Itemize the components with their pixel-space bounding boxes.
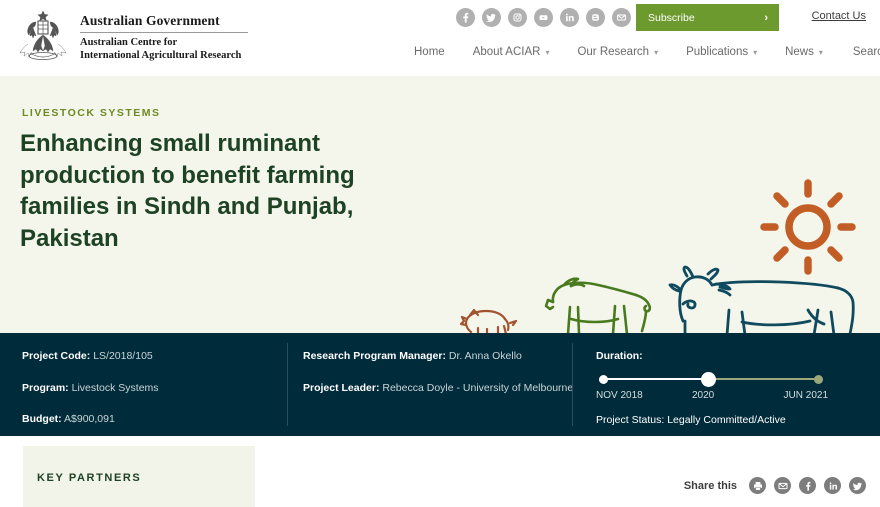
main-navigation: Home About ACIAR ▾ Our Research ▾ Public… — [400, 46, 880, 58]
nav-item-home[interactable]: Home — [400, 46, 459, 58]
social-twitter-icon[interactable] — [482, 8, 501, 27]
nav-label: News — [785, 46, 814, 58]
nav-item-publications[interactable]: Publications ▾ — [672, 46, 771, 58]
timeline-label-current: 2020 — [692, 390, 715, 401]
field-budget: Budget: A$900,091 — [22, 413, 287, 426]
livestock-illustration — [459, 265, 855, 333]
timeline-dot-current — [701, 372, 716, 387]
page-root: Australian Government Australian Centre … — [0, 0, 880, 507]
field-project-status: Project Status: Legally Committed/Active — [596, 414, 880, 426]
page-title: Enhancing small ruminant production to b… — [20, 130, 355, 253]
site-logo[interactable]: Australian Government Australian Centre … — [14, 8, 248, 64]
timeline-dot-start — [599, 375, 608, 384]
subscribe-button[interactable]: Subscribe › — [636, 4, 779, 31]
column-divider — [287, 343, 288, 426]
share-bar: Share this — [684, 477, 866, 494]
social-youtube-icon[interactable] — [534, 8, 553, 27]
field-project-leader: Project Leader: Rebecca Doyle - Universi… — [303, 381, 574, 395]
australian-coat-of-arms-icon — [19, 10, 67, 60]
field-label: Project Code: — [22, 350, 91, 362]
duration-label: Duration: — [596, 350, 643, 362]
share-linkedin-icon[interactable] — [824, 477, 841, 494]
timeline-labels: NOV 2018 2020 JUN 2021 — [596, 390, 828, 404]
social-links — [456, 8, 631, 27]
field-program: Program: Livestock Systems — [22, 382, 287, 395]
project-info-bar: Project Code: LS/2018/105 Program: Lives… — [0, 333, 880, 436]
logo-org-line-2: International Agricultural Research — [80, 50, 242, 62]
social-linkedin-icon[interactable] — [560, 8, 579, 27]
cow-illustration — [668, 265, 855, 333]
field-label: Program: — [22, 381, 69, 394]
nav-label: Home — [414, 46, 445, 58]
field-label: Budget: — [22, 413, 62, 426]
project-category-eyebrow: LIVESTOCK SYSTEMS — [22, 107, 161, 119]
info-column-duration: Duration: NOV 2018 2020 JUN 2021 Project… — [572, 333, 880, 436]
field-label: Research Program Manager: — [303, 350, 446, 362]
social-email-icon[interactable] — [612, 8, 631, 27]
field-value: Rebecca Doyle - University of Melbourne — [382, 381, 574, 394]
share-twitter-icon[interactable] — [849, 477, 866, 494]
field-value: Dr. Anna Okello — [448, 350, 522, 362]
chevron-down-icon: ▾ — [545, 47, 550, 57]
share-print-icon[interactable] — [749, 477, 766, 494]
search-trigger[interactable]: Search — [837, 46, 880, 58]
field-label: Project Status: — [596, 414, 665, 426]
nav-item-news[interactable]: News ▾ — [771, 46, 837, 58]
share-label: Share this — [683, 479, 737, 492]
timeline-label-end: JUN 2021 — [783, 390, 828, 401]
field-value: Livestock Systems — [71, 381, 159, 394]
logo-government-line: Australian Government — [80, 13, 248, 33]
chevron-down-icon: ▾ — [753, 47, 758, 57]
nav-label: About ACIAR — [472, 46, 541, 58]
field-value: Legally Committed/Active — [667, 414, 786, 426]
timeline-track-elapsed — [605, 378, 710, 380]
social-instagram-icon[interactable] — [508, 8, 527, 27]
duration-timeline — [596, 372, 828, 387]
contact-us-link[interactable]: Contact Us — [812, 10, 866, 22]
sun-icon — [760, 179, 856, 275]
column-divider — [572, 343, 573, 426]
logo-org-line: Australian Centre for International Agri… — [80, 36, 248, 63]
field-project-code: Project Code: LS/2018/105 — [22, 350, 287, 363]
field-label: Project Leader: — [303, 381, 380, 394]
chevron-right-icon: › — [764, 11, 768, 24]
content-section: KEY PARTNERS Share this — [0, 436, 880, 507]
timeline-label-start: NOV 2018 — [596, 390, 643, 401]
pig-illustration — [459, 308, 518, 333]
search-label: Search — [852, 46, 880, 58]
nav-label: Publications — [686, 46, 749, 58]
subscribe-label: Subscribe — [648, 11, 695, 24]
chevron-down-icon: ▾ — [654, 47, 659, 57]
hero-section: LIVESTOCK SYSTEMS Enhancing small rumina… — [0, 76, 880, 333]
nav-item-about-aciar[interactable]: About ACIAR ▾ — [459, 46, 564, 58]
timeline-dot-end — [814, 375, 823, 384]
share-facebook-icon[interactable] — [799, 477, 816, 494]
nav-label: Our Research — [577, 46, 650, 58]
nav-item-our-research[interactable]: Our Research ▾ — [563, 46, 672, 58]
share-email-icon[interactable] — [774, 477, 791, 494]
field-value: LS/2018/105 — [93, 350, 153, 362]
key-partners-panel: KEY PARTNERS — [23, 446, 255, 507]
social-facebook-icon[interactable] — [456, 8, 475, 27]
goat-illustration — [544, 277, 652, 333]
logo-text: Australian Government Australian Centre … — [80, 8, 248, 63]
key-partners-heading: KEY PARTNERS — [37, 472, 142, 484]
info-column-project: Project Code: LS/2018/105 Program: Lives… — [0, 333, 287, 436]
field-value: A$900,091 — [64, 413, 115, 426]
social-blogger-icon[interactable] — [586, 8, 605, 27]
chevron-down-icon: ▾ — [818, 47, 823, 57]
field-research-program-manager: Research Program Manager: Dr. Anna Okell… — [303, 350, 572, 363]
site-header: Australian Government Australian Centre … — [0, 0, 880, 76]
logo-org-line-1: Australian Centre for — [80, 36, 178, 48]
info-column-people: Research Program Manager: Dr. Anna Okell… — [287, 333, 574, 436]
timeline-track-remaining — [710, 378, 820, 380]
